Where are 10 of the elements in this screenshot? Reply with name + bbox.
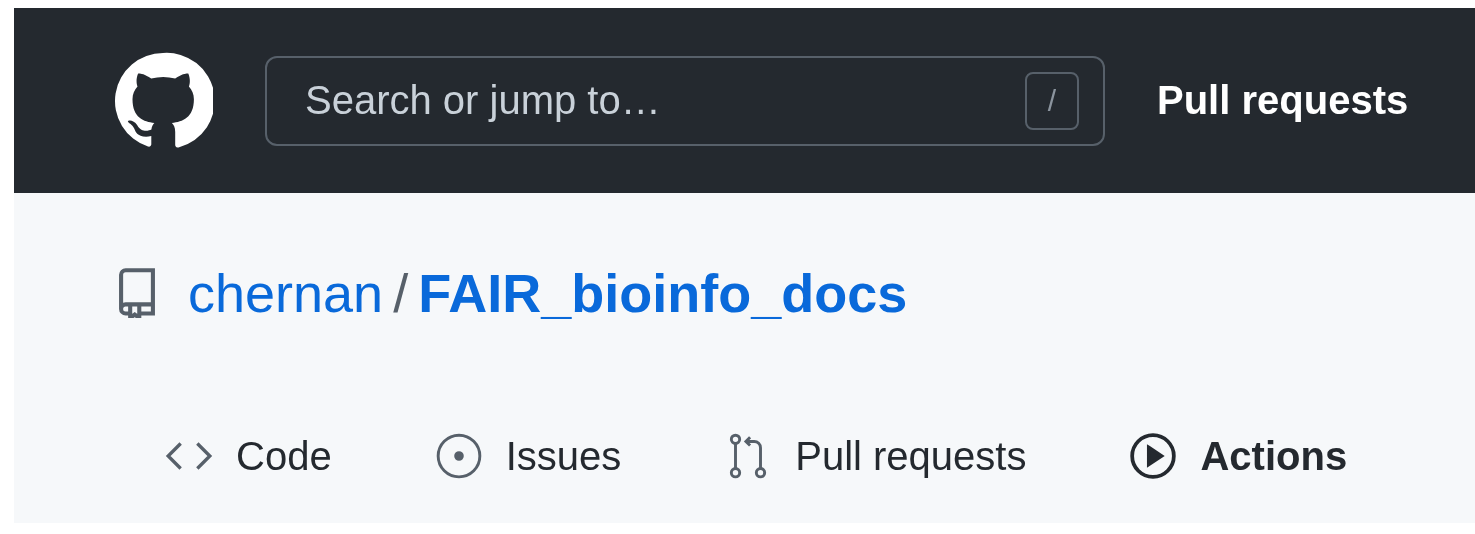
repo-tab[interactable]: Actions	[1128, 431, 1348, 481]
shortcut-key: /	[1025, 71, 1079, 130]
nav-link[interactable]: Pull requests	[1157, 78, 1409, 123]
repo-tab[interactable]: Code	[164, 431, 332, 481]
repo-tab[interactable]: Pull requests	[723, 431, 1027, 481]
repo-tab[interactable]: Issues	[433, 431, 622, 481]
play-icon	[1128, 431, 1179, 481]
owner-link[interactable]: chernan	[188, 262, 384, 324]
path-separator: /	[393, 262, 409, 324]
repository-link[interactable]: FAIR_bioinfo_docs	[418, 262, 908, 324]
